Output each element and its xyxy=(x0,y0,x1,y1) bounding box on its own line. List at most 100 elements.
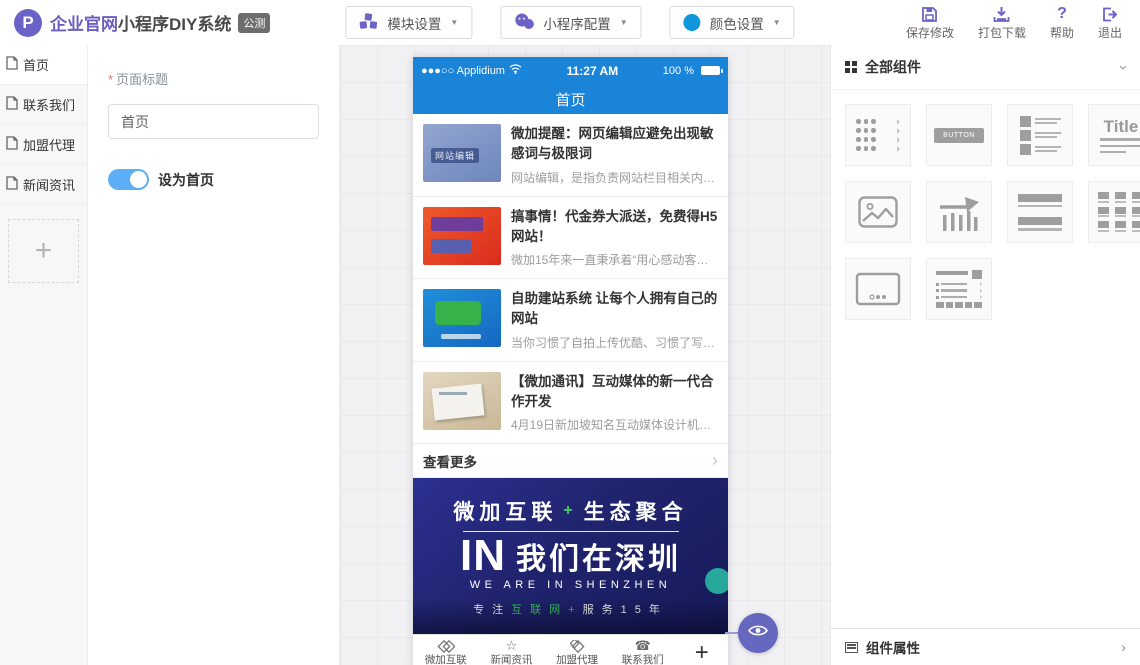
logo-letter: P xyxy=(22,13,33,33)
news-thumbnail: 网站编辑 xyxy=(423,124,501,182)
preview-eye-button[interactable] xyxy=(738,613,778,653)
miniprogram-config-button[interactable]: 小程序配置 ▼ xyxy=(500,6,641,39)
component-tile-list-menu[interactable] xyxy=(845,104,911,166)
grid-icon xyxy=(845,61,857,73)
tile-graphic xyxy=(1018,228,1062,231)
set-home-row: 设为首页 xyxy=(108,169,319,190)
news-item[interactable]: 自助建站系统 让每个人拥有自己的网站 当你习惯了自拍上传优酷、习惯了写点小... xyxy=(413,279,728,362)
help-button[interactable]: ? 帮助 xyxy=(1050,5,1074,41)
add-page-button[interactable]: + xyxy=(8,219,79,283)
package-download-button[interactable]: 打包下载 xyxy=(978,5,1026,41)
battery-text: 100 % xyxy=(663,65,694,77)
component-tile-button[interactable]: BUTTON xyxy=(926,104,992,166)
download-icon xyxy=(993,5,1010,23)
all-components-header[interactable]: 全部组件 › xyxy=(831,45,1140,90)
phone-tabbar: 微加互联 ☆ 新闻资讯 加盟代理 ☎ 联系我们 + xyxy=(413,634,728,665)
color-settings-button[interactable]: 颜色设置 ▼ xyxy=(670,6,795,39)
page-title-field-label: *页面标题 xyxy=(108,69,319,88)
component-tile-title[interactable]: Title xyxy=(1088,104,1140,166)
news-item[interactable]: 搞事情！代金券大派送，免费得H5网站！ 微加15年来一直秉承着“用心感动客户！”… xyxy=(413,197,728,280)
tile-graphic xyxy=(1100,138,1140,141)
view-more-label: 查看更多 xyxy=(423,451,477,471)
banner-l4a: 专注 xyxy=(473,601,511,617)
view-more-row[interactable]: 查看更多 › xyxy=(413,444,728,478)
page-settings-panel: *页面标题 设为首页 xyxy=(88,45,340,665)
tab-news[interactable]: ☆ 新闻资讯 xyxy=(479,635,545,665)
image-icon xyxy=(858,196,898,228)
component-tile-carousel[interactable] xyxy=(845,258,911,320)
exit-label: 退出 xyxy=(1098,24,1122,41)
tab-label: 联系我们 xyxy=(622,654,664,665)
sidebar-item-news[interactable]: 新闻资讯 xyxy=(0,165,87,205)
banner-dot-decoration xyxy=(705,568,728,594)
title-tile-label: Title xyxy=(1104,118,1139,135)
news-title: 搞事情！代金券大派送，免费得H5网站！ xyxy=(511,207,718,248)
carrier-text: ●●●○○ Applidium xyxy=(421,65,505,77)
news-summary: 微加15年来一直秉承着“用心感动客户！”的... xyxy=(511,251,718,268)
component-tile-media-list[interactable] xyxy=(1007,104,1073,166)
sidebar-item-label: 加盟代理 xyxy=(23,135,75,154)
component-tile-image[interactable] xyxy=(845,181,911,243)
tab-label: 加盟代理 xyxy=(556,654,598,665)
sidebar-item-contact[interactable]: 联系我们 xyxy=(0,85,87,125)
tile-graphic xyxy=(856,146,900,152)
tab-label: 微加互联 xyxy=(425,654,467,665)
page-title-input[interactable] xyxy=(108,104,319,139)
save-label: 保存修改 xyxy=(906,24,954,41)
news-text: 自助建站系统 让每个人拥有自己的网站 当你习惯了自拍上传优酷、习惯了写点小... xyxy=(511,289,718,351)
banner-l2-en: IN xyxy=(460,534,506,578)
module-settings-button[interactable]: 模块设置 ▼ xyxy=(345,6,472,39)
news-item[interactable]: 网站编辑 微加提醒：网页编辑应避免出现敏感词与极限词 网站编辑，是指负责网站栏目… xyxy=(413,114,728,197)
app-title-brand: 企业官网 xyxy=(50,10,118,35)
component-tile-progress[interactable] xyxy=(926,181,992,243)
app-title-rest: 小程序DIY系统 xyxy=(118,10,231,35)
tile-graphic xyxy=(1098,192,1140,232)
battery-icon xyxy=(701,66,720,75)
star-icon: ☆ xyxy=(506,639,518,654)
news-item[interactable]: 【微加通讯】互动媒体的新一代合作开发 4月19日新加坡知名互动媒体设计机构Pin… xyxy=(413,362,728,445)
save-button[interactable]: 保存修改 xyxy=(906,5,954,41)
phone-nav-title: 首页 xyxy=(413,84,728,114)
caret-down-icon: ▼ xyxy=(450,18,458,27)
set-home-toggle[interactable] xyxy=(108,169,149,190)
tile-graphic xyxy=(1018,217,1062,225)
page-icon xyxy=(6,136,18,153)
wifi-icon xyxy=(509,64,522,77)
page-title-label-text: 页面标题 xyxy=(116,72,168,87)
main-body: 首页 联系我们 加盟代理 新闻资讯 + *页面标题 设为首页 xyxy=(0,45,1140,665)
design-canvas[interactable]: ●●●○○ Applidium 11:27 AM 100 % 首页 网站编辑 微… xyxy=(340,45,830,665)
chevron-right-icon: › xyxy=(1121,639,1126,656)
exit-button[interactable]: 退出 xyxy=(1098,5,1122,41)
toggle-knob xyxy=(130,171,147,188)
banner-l2-cn: 我们在深圳 xyxy=(516,534,681,578)
tab-agency[interactable]: 加盟代理 xyxy=(544,635,610,665)
top-header: P 企业官网小程序DIY系统 公测 模块设置 ▼ 小程序配置 ▼ 颜色设置 ▼ xyxy=(0,0,1140,45)
component-properties-header[interactable]: 组件属性 › xyxy=(831,628,1140,665)
tag-icon xyxy=(570,639,585,654)
header-menus: 模块设置 ▼ 小程序配置 ▼ 颜色设置 ▼ xyxy=(345,6,794,39)
component-tile-nav-grid[interactable] xyxy=(1088,181,1140,243)
tab-contact[interactable]: ☎ 联系我们 xyxy=(610,635,676,665)
tab-weijia[interactable]: 微加互联 xyxy=(413,635,479,665)
tags-icon xyxy=(437,639,455,654)
banner-l4b: 互联网+ xyxy=(511,601,582,617)
news-title: 自助建站系统 让每个人拥有自己的网站 xyxy=(511,289,718,330)
tile-graphic xyxy=(856,119,900,125)
tile-graphic xyxy=(856,137,900,143)
set-home-label: 设为首页 xyxy=(158,170,214,190)
phone-icon: ☎ xyxy=(635,639,651,654)
banner-component[interactable]: 微加互联 + 生态聚合 IN 我们在深圳 WE ARE IN SHENZHEN … xyxy=(413,478,728,634)
sidebar-item-agency[interactable]: 加盟代理 xyxy=(0,125,87,165)
banner-l4c: 服务15年 xyxy=(583,601,668,617)
components-panel: 全部组件 › BUTTON Title xyxy=(830,45,1140,665)
add-tab-button[interactable]: + xyxy=(676,635,729,665)
chevron-down-icon: › xyxy=(1115,65,1132,70)
plus-accent-icon: + xyxy=(563,502,577,520)
sidebar-item-home[interactable]: 首页 xyxy=(0,45,87,85)
banner-line2: IN 我们在深圳 xyxy=(460,534,681,578)
tab-label: 新闻资讯 xyxy=(490,654,532,665)
component-tile-article-list[interactable] xyxy=(926,258,992,320)
plus-icon: + xyxy=(695,639,709,665)
component-tile-strips[interactable] xyxy=(1007,181,1073,243)
app-logo: P xyxy=(14,9,42,37)
